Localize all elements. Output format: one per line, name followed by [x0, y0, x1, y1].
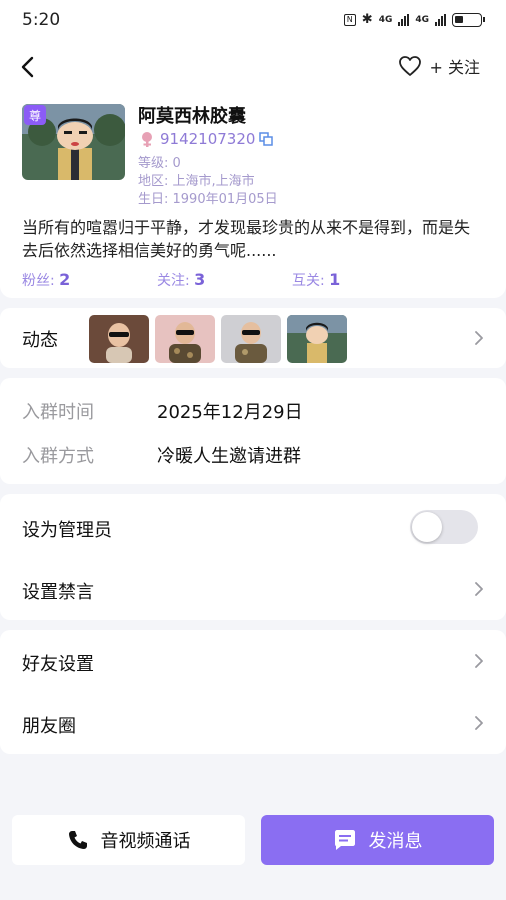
chevron-right-icon	[475, 331, 483, 345]
chevron-right-icon	[475, 654, 483, 668]
chevron-right-icon	[475, 582, 483, 596]
moment-thumbnail[interactable]	[221, 315, 281, 363]
back-arrow-icon[interactable]	[14, 52, 44, 82]
friend-settings-card: 好友设置 朋友圈	[0, 630, 506, 754]
battery-icon	[452, 12, 485, 27]
region-text: 地区: 上海市,上海市	[138, 174, 255, 189]
female-gender-icon	[142, 132, 152, 147]
stat-fans-label: 粉丝:	[22, 273, 60, 289]
stat-fans-value: 2	[59, 270, 71, 289]
send-message-button[interactable]: 发消息	[261, 815, 494, 865]
user-id-row: 9142107320	[138, 130, 274, 148]
heart-icon	[398, 56, 421, 76]
group-info-card: 入群时间 2025年12月29日 入群方式 冷暖人生邀请进群	[0, 378, 506, 484]
nfc-icon: N	[343, 13, 356, 26]
stats-row: 粉丝: 2 关注: 3 互关: 1	[22, 270, 427, 290]
mute-row[interactable]: 设置禁言	[0, 558, 506, 618]
join-time-label: 入群时间	[22, 402, 94, 423]
admin-settings-card: 设为管理员 设置禁言	[0, 494, 506, 620]
moment-thumbnail[interactable]	[89, 315, 149, 363]
join-time-value: 2025年12月29日	[157, 402, 303, 423]
message-icon	[334, 830, 355, 850]
video-call-button[interactable]: 音视频通话	[12, 815, 245, 865]
moments-row[interactable]: 动态	[0, 308, 506, 368]
level-text: 等级: 0	[138, 156, 181, 171]
signal-label-1: 4G	[378, 14, 393, 25]
vip-badge: 尊	[24, 105, 46, 125]
profile-card: 尊 阿莫西林胶囊 9142107320 等级: 0 地区: 上海市,上海市 生日…	[0, 92, 506, 298]
status-time: 5:20	[22, 10, 61, 30]
friend-settings-label: 好友设置	[22, 654, 94, 675]
profile-name: 阿莫西林胶囊	[138, 106, 246, 127]
status-bar: 5:20 N ✱ 4G 4G	[0, 0, 506, 42]
baby-camo-photo-image	[155, 315, 215, 363]
phone-icon	[68, 831, 87, 849]
stat-mutual-value: 1	[329, 270, 341, 289]
baby-sitting-photo-image	[221, 315, 281, 363]
moments-label: 动态	[22, 330, 58, 351]
cartoon-photo-image	[287, 315, 347, 363]
moments-circle-label: 朋友圈	[22, 716, 76, 737]
send-message-label: 发消息	[368, 831, 423, 852]
toggle-knob	[412, 512, 442, 542]
moment-thumbnail[interactable]	[155, 315, 215, 363]
bluetooth-icon: ✱	[361, 12, 373, 27]
video-call-label: 音视频通话	[100, 831, 191, 852]
signal-icon-1	[398, 13, 410, 26]
stat-following-label: 关注:	[157, 273, 195, 289]
moment-thumbnail[interactable]	[287, 315, 347, 363]
stat-following-value: 3	[194, 270, 206, 289]
status-icons: N ✱ 4G 4G	[343, 12, 485, 27]
follow-button[interactable]: + 关注	[398, 54, 481, 78]
signal-label-2: 4G	[415, 14, 429, 25]
chevron-right-icon	[475, 716, 483, 730]
friend-settings-row[interactable]: 好友设置	[0, 630, 506, 692]
stat-mutual[interactable]: 互关: 1	[292, 270, 427, 290]
nav-bar: + 关注	[0, 42, 506, 92]
stat-mutual-label: 互关:	[292, 273, 330, 289]
user-id: 9142107320	[160, 130, 256, 148]
moments-circle-row[interactable]: 朋友圈	[0, 692, 506, 754]
stat-fans[interactable]: 粉丝: 2	[22, 270, 157, 290]
mute-label: 设置禁言	[22, 582, 94, 603]
join-method-value: 冷暖人生邀请进群	[157, 446, 301, 467]
baby-photo-image	[89, 315, 149, 363]
set-admin-toggle[interactable]	[410, 510, 478, 544]
join-method-label: 入群方式	[22, 446, 94, 467]
set-admin-label: 设为管理员	[22, 520, 112, 541]
birthday-text: 生日: 1990年01月05日	[138, 192, 278, 207]
copy-icon[interactable]	[259, 132, 274, 146]
follow-label: + 关注	[429, 58, 481, 77]
bio-text: 当所有的喧嚣归于平静，才发现最珍贵的从来不是得到，而是失去后依然选择相信美好的勇…	[22, 218, 471, 260]
signal-icon-2	[435, 13, 446, 26]
moments-thumbnails	[89, 315, 347, 363]
stat-following[interactable]: 关注: 3	[157, 270, 292, 290]
